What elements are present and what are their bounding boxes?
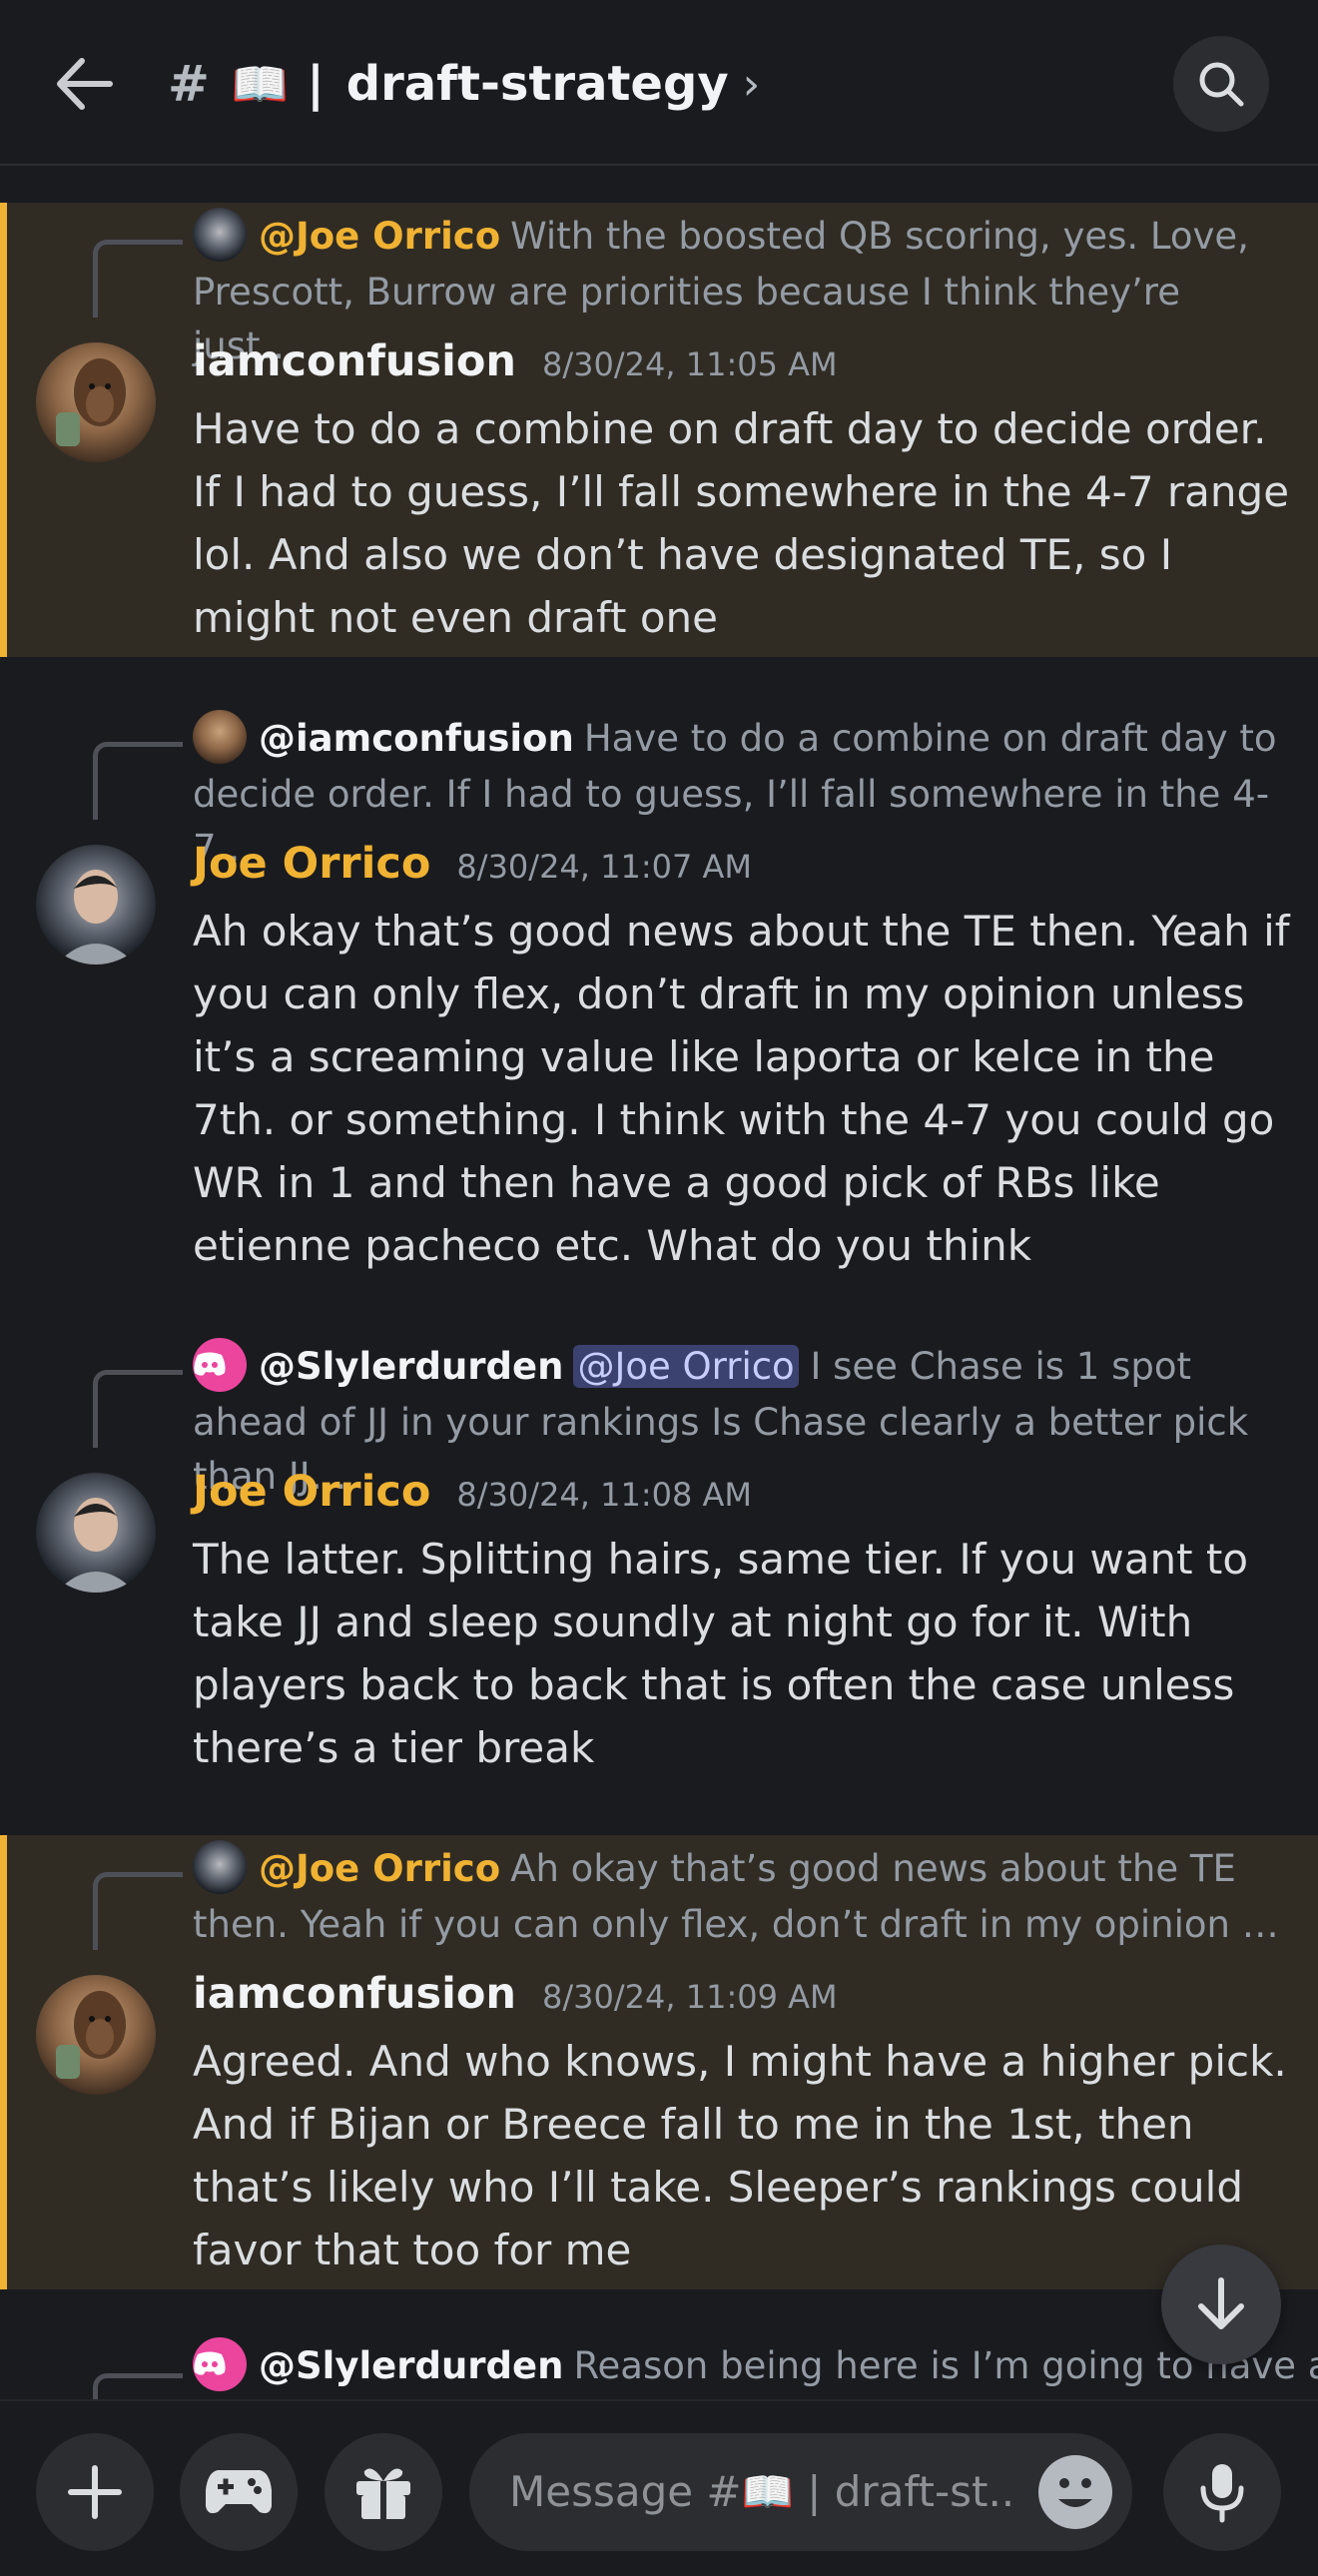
gamepad-icon	[206, 2470, 272, 2514]
reply-author: @Joe Orrico	[259, 1847, 501, 1890]
timestamp: 8/30/24, 11:08 AM	[456, 1476, 753, 1514]
reply-avatar	[193, 207, 247, 262]
reply-avatar	[193, 1337, 247, 1392]
reply-connector	[93, 1872, 183, 1950]
reply-preview[interactable]: @Joe Orrico Ah okay that’s good news abou…	[193, 1839, 1281, 1952]
timestamp: 8/30/24, 11:09 AM	[542, 1978, 838, 2016]
user-mention[interactable]: @Joe Orrico	[573, 1345, 799, 1388]
voice-message-button[interactable]	[1163, 2433, 1281, 2551]
author-name[interactable]: iamconfusion	[193, 336, 516, 386]
message-header: Joe Orrico 8/30/24, 11:07 AM	[193, 839, 752, 899]
chevron-right-icon: ›	[742, 58, 761, 110]
message-header: iamconfusion 8/30/24, 11:05 AM	[193, 336, 838, 396]
message-item[interactable]: @Joe Orrico With the boosted QB scoring, …	[0, 203, 1318, 657]
microphone-icon	[1200, 2464, 1244, 2523]
message-body: Ah okay that’s good news about the TE th…	[193, 907, 1290, 1270]
reply-avatar	[193, 2336, 247, 2391]
activities-button[interactable]	[180, 2433, 298, 2551]
reply-preview[interactable]: @Slylerdurden Reason being here is I’m go…	[193, 2336, 1318, 2395]
reply-connector	[93, 240, 183, 318]
search-button[interactable]	[1173, 36, 1269, 132]
author-name[interactable]: iamconfusion	[193, 1969, 516, 2019]
back-button[interactable]	[44, 44, 124, 124]
reply-connector	[93, 2373, 183, 2399]
message-item[interactable]: @iamconfusion Have to do a combine on dra…	[0, 705, 1318, 1284]
alpaca-avatar-image	[56, 358, 126, 446]
message-body: Agreed. And who knows, I might have a hi…	[193, 2037, 1287, 2274]
emoji-button[interactable]	[1038, 2455, 1112, 2529]
discord-logo-icon	[194, 1352, 226, 1376]
add-attachment-button[interactable]	[36, 2433, 154, 2551]
reply-connector	[93, 742, 183, 820]
search-icon	[1199, 62, 1244, 107]
author-name[interactable]: Joe Orrico	[193, 839, 430, 889]
reply-avatar	[193, 709, 247, 764]
message-input[interactable]: Message #📖 | draft-st..	[469, 2433, 1132, 2551]
message-body: Have to do a combine on draft day to dec…	[193, 404, 1290, 642]
reply-connector	[93, 1370, 183, 1448]
avatar[interactable]	[36, 845, 156, 965]
timestamp: 8/30/24, 11:05 AM	[542, 345, 838, 383]
avatar[interactable]	[36, 1473, 156, 1593]
reply-avatar	[193, 1839, 247, 1894]
avatar[interactable]	[36, 342, 156, 462]
reply-author: @Joe Orrico	[259, 215, 501, 258]
reply-author: @Slylerdurden	[259, 1345, 564, 1388]
jump-to-present-button[interactable]	[1161, 2245, 1281, 2364]
title-separator: |	[307, 56, 325, 112]
message-composer: Message #📖 | draft-st..	[0, 2399, 1318, 2576]
channel-name: draft-strategy	[345, 56, 729, 112]
message-header: iamconfusion 8/30/24, 11:09 AM	[193, 1969, 838, 2029]
channel-header: # 📖 | draft-strategy ›	[0, 0, 1318, 166]
joe-avatar-image	[56, 870, 136, 965]
discord-logo-icon	[194, 2351, 226, 2375]
plus-icon	[68, 2465, 122, 2519]
emoji-icon	[1058, 2478, 1092, 2507]
message-input-placeholder: Message #📖 | draft-st..	[509, 2467, 1015, 2516]
alpaca-avatar-image	[56, 1991, 126, 2079]
book-emoji: 📖	[231, 56, 290, 111]
avatar[interactable]	[36, 1975, 156, 2095]
hashtag-icon: #	[168, 55, 210, 113]
author-name[interactable]: Joe Orrico	[193, 1467, 430, 1517]
channel-title[interactable]: # 📖 | draft-strategy ›	[168, 48, 760, 120]
message-item[interactable]: @Slylerdurden @Joe Orrico I see Chase is …	[0, 1333, 1318, 1792]
arrow-down-icon	[1198, 2277, 1244, 2329]
reply-author: @iamconfusion	[259, 717, 574, 760]
message-item[interactable]: @Slylerdurden Reason being here is I’m go…	[0, 2336, 1318, 2399]
timestamp: 8/30/24, 11:07 AM	[456, 848, 753, 886]
message-header: Joe Orrico 8/30/24, 11:08 AM	[193, 1467, 752, 1527]
gift-button[interactable]	[325, 2433, 442, 2551]
arrow-left-icon	[57, 58, 113, 110]
joe-avatar-image	[56, 1498, 136, 1593]
message-body: The latter. Splitting hairs, same tier. …	[193, 1535, 1249, 1772]
reply-author: @Slylerdurden	[259, 2344, 564, 2387]
gift-icon	[356, 2468, 410, 2519]
message-item[interactable]: @Joe Orrico Ah okay that’s good news abou…	[0, 1835, 1318, 2289]
